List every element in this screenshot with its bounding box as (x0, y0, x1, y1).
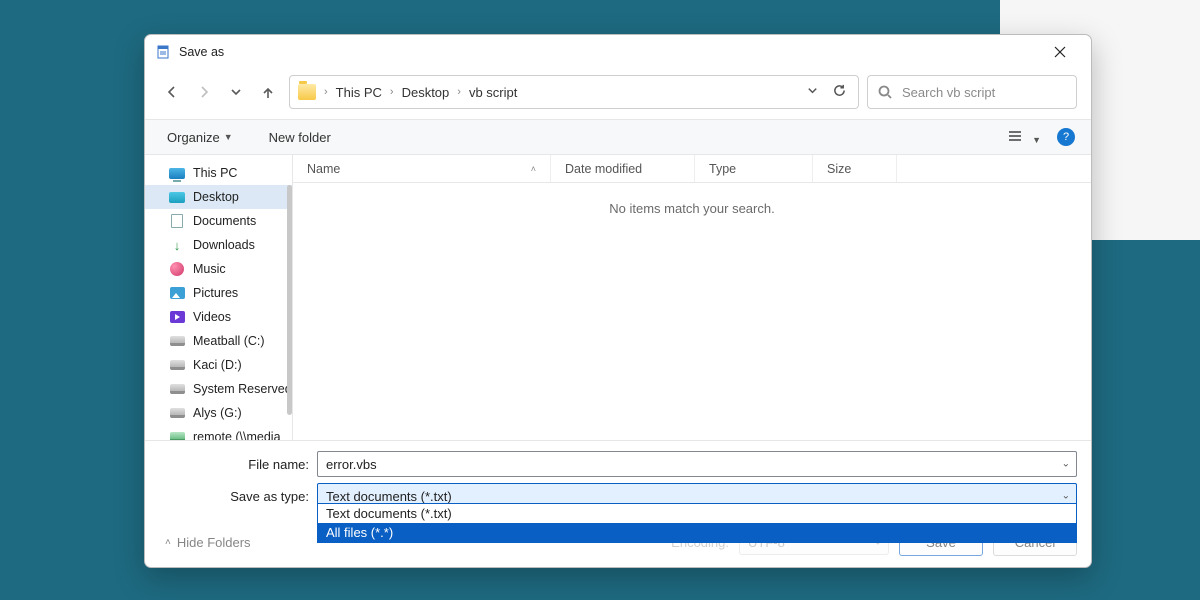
type-option-txt[interactable]: Text documents (*.txt) (318, 504, 1076, 523)
nav-buttons (159, 83, 281, 101)
back-button[interactable] (163, 83, 181, 101)
new-folder-button[interactable]: New folder (263, 126, 337, 149)
search-icon (878, 85, 892, 99)
sidebar-item-label: Pictures (193, 286, 238, 300)
file-listing: Name ˄ Date modified Type Size No items … (293, 155, 1091, 440)
chevron-down-icon: ▼ (1032, 135, 1041, 145)
hide-folders-button[interactable]: ˄ Hide Folders (159, 535, 251, 550)
chevron-right-icon: › (457, 86, 461, 98)
folder-icon (298, 84, 316, 100)
remote-icon (169, 429, 185, 440)
chevron-down-icon[interactable]: ⌄ (1062, 491, 1070, 502)
sidebar-item-remote-media[interactable]: remote (\\media (145, 425, 292, 440)
sidebar-item-meatball-c[interactable]: Meatball (C:) (145, 329, 292, 353)
close-button[interactable] (1039, 38, 1081, 66)
sidebar-item-label: Downloads (193, 238, 255, 252)
sidebar-item-alys-g[interactable]: Alys (G:) (145, 401, 292, 425)
sidebar-item-desktop[interactable]: Desktop (145, 185, 292, 209)
dialog-title: Save as (179, 45, 224, 59)
breadcrumb-this-pc[interactable]: This PC (336, 85, 382, 100)
save-as-type-label: Save as type: (159, 489, 317, 504)
drive-icon (169, 405, 185, 421)
sidebar-item-label: Meatball (C:) (193, 334, 265, 348)
sidebar-item-documents[interactable]: Documents (145, 209, 292, 233)
desktop-icon (169, 189, 185, 205)
path-dropdown-button[interactable] (806, 84, 819, 100)
view-options-button[interactable]: ▼ (1008, 129, 1041, 146)
file-name-input[interactable]: error.vbs ⌄ (317, 451, 1077, 477)
save-as-type-dropdown: Text documents (*.txt) All files (*.*) (317, 503, 1077, 543)
titlebar: Save as (145, 35, 1091, 69)
sort-indicator-icon: ˄ (531, 164, 536, 174)
sidebar-scrollbar[interactable] (287, 185, 292, 415)
sidebar: This PC Desktop Documents ↓ Downloads Music Pi… (145, 155, 293, 440)
type-option-all[interactable]: All files (*.*) (318, 523, 1076, 542)
music-icon (169, 261, 185, 277)
sidebar-item-system-reserved[interactable]: System Reserved (145, 377, 292, 401)
column-size[interactable]: Size (813, 155, 897, 182)
sidebar-item-label: This PC (193, 166, 237, 180)
drive-icon (169, 333, 185, 349)
refresh-button[interactable] (833, 84, 846, 100)
breadcrumb-current[interactable]: vb script (469, 85, 517, 100)
chevron-right-icon: › (390, 86, 394, 98)
search-input[interactable]: Search vb script (867, 75, 1077, 109)
column-date[interactable]: Date modified (551, 155, 695, 182)
address-bar[interactable]: › This PC › Desktop › vb script (289, 75, 859, 109)
sidebar-item-music[interactable]: Music (145, 257, 292, 281)
sidebar-item-this-pc[interactable]: This PC (145, 161, 292, 185)
column-name[interactable]: Name ˄ (293, 155, 551, 182)
body: This PC Desktop Documents ↓ Downloads Music Pi… (145, 155, 1091, 440)
sidebar-item-label: Videos (193, 310, 231, 324)
sidebar-item-label: System Reserved (193, 382, 292, 396)
help-button[interactable]: ? (1057, 128, 1075, 146)
breadcrumb-desktop[interactable]: Desktop (402, 85, 450, 100)
organize-button[interactable]: Organize▼ (161, 126, 239, 149)
vid-icon (169, 309, 185, 325)
form-area: File name: error.vbs ⌄ Save as type: Tex… (145, 440, 1091, 567)
recent-locations-button[interactable] (227, 83, 245, 101)
sidebar-item-downloads[interactable]: ↓ Downloads (145, 233, 292, 257)
chevron-right-icon: › (324, 86, 328, 98)
column-type[interactable]: Type (695, 155, 813, 182)
sidebar-item-label: Desktop (193, 190, 239, 204)
pc-icon (169, 165, 185, 181)
sidebar-item-videos[interactable]: Videos (145, 305, 292, 329)
empty-listing-message: No items match your search. (293, 183, 1091, 216)
sidebar-item-kaci-d[interactable]: Kaci (D:) (145, 353, 292, 377)
chevron-up-icon: ˄ (165, 537, 171, 548)
sidebar-item-label: Music (193, 262, 226, 276)
search-placeholder: Search vb script (902, 85, 995, 100)
column-headers: Name ˄ Date modified Type Size (293, 155, 1091, 183)
dl-icon: ↓ (169, 237, 185, 253)
up-button[interactable] (259, 83, 277, 101)
nav-row: › This PC › Desktop › vb script Search v… (145, 69, 1091, 119)
pic-icon (169, 285, 185, 301)
sidebar-item-label: Documents (193, 214, 256, 228)
doc-icon (169, 213, 185, 229)
chevron-down-icon: ▼ (224, 132, 233, 142)
chevron-down-icon[interactable]: ⌄ (1062, 459, 1070, 470)
sidebar-item-pictures[interactable]: Pictures (145, 281, 292, 305)
drive-icon (169, 381, 185, 397)
notepad-icon (155, 44, 171, 60)
sidebar-item-label: remote (\\media (193, 430, 281, 440)
save-as-dialog: Save as › This PC › Desktop › vb script (144, 34, 1092, 568)
sidebar-item-label: Alys (G:) (193, 406, 242, 420)
forward-button[interactable] (195, 83, 213, 101)
sidebar-item-label: Kaci (D:) (193, 358, 242, 372)
file-name-label: File name: (159, 457, 317, 472)
toolbar: Organize▼ New folder ▼ ? (145, 119, 1091, 155)
drive-icon (169, 357, 185, 373)
